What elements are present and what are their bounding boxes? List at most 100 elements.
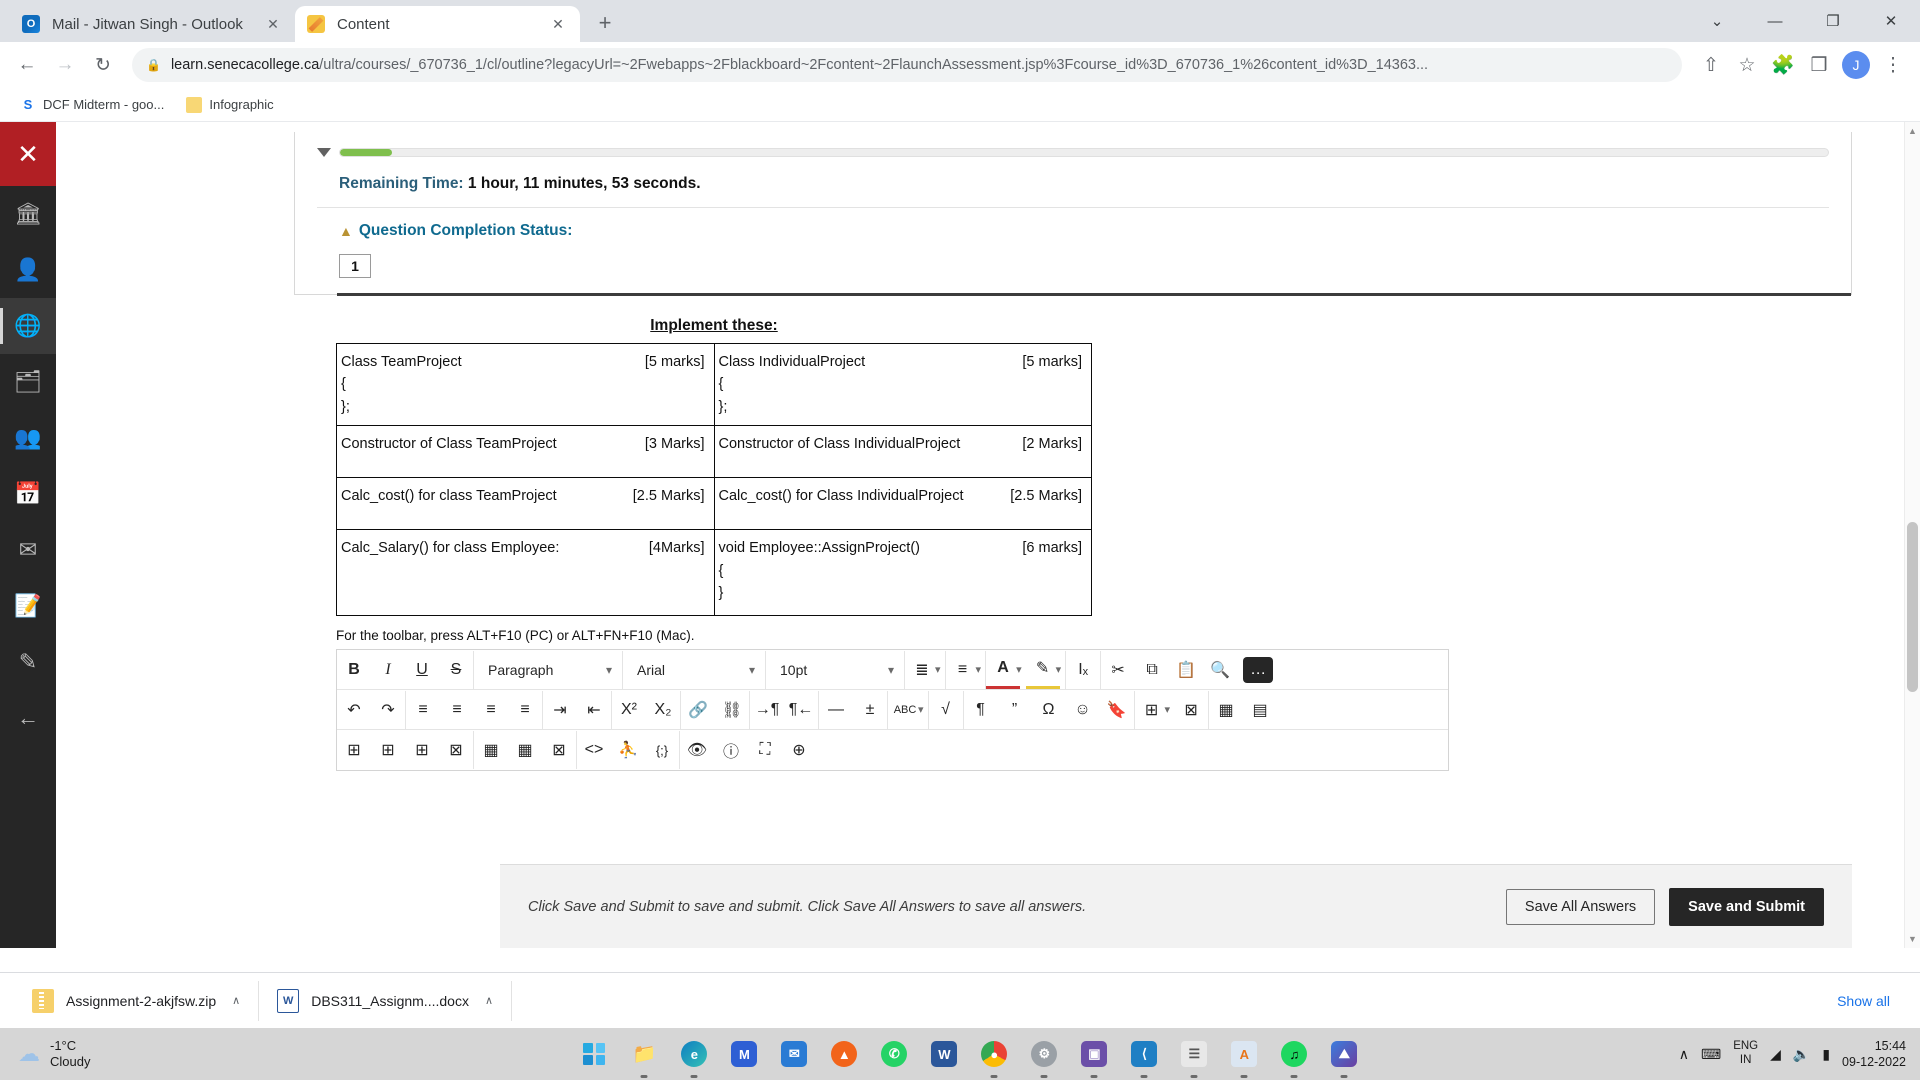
source-code-button[interactable]: <> <box>577 731 611 769</box>
whatsapp-button[interactable]: ✆ <box>876 1036 912 1072</box>
brave-button[interactable]: ▲ <box>826 1036 862 1072</box>
insert-button[interactable]: ± <box>853 691 887 729</box>
bookmark-icon[interactable]: 🔖 <box>1100 691 1134 729</box>
align-right-button[interactable]: ≡ <box>474 691 508 729</box>
notepad-button[interactable]: ☰ <box>1176 1036 1212 1072</box>
table-delete-button[interactable]: ⊠ <box>1174 691 1208 729</box>
save-and-submit-button[interactable]: Save and Submit <box>1669 887 1824 926</box>
spotify-button[interactable]: ♫ <box>1276 1036 1312 1072</box>
copy-button[interactable]: ⧉ <box>1135 651 1169 689</box>
mail-button[interactable]: ✉ <box>776 1036 812 1072</box>
math-button[interactable]: √ <box>929 691 963 729</box>
reload-icon[interactable]: ↻ <box>86 48 120 82</box>
extensions-icon[interactable]: 🧩 <box>1766 48 1800 82</box>
help-icon[interactable]: ⓘ <box>714 731 748 769</box>
cut-button[interactable]: ✂ <box>1101 651 1135 689</box>
bookmark-infographic[interactable]: Infographic <box>178 94 281 116</box>
sidebar-item-groups[interactable]: 👥 <box>0 410 56 466</box>
start-button[interactable] <box>576 1036 612 1072</box>
bullet-list-button[interactable]: ≣ <box>905 651 939 689</box>
table-col-insert-button[interactable]: ▦ <box>474 731 508 769</box>
table-col-delete-button[interactable]: ⊠ <box>542 731 576 769</box>
close-icon[interactable]: ✕ <box>548 14 568 34</box>
clear-formatting-button[interactable]: Iₓ <box>1066 651 1100 689</box>
maximize-button[interactable]: ❐ <box>1804 0 1862 42</box>
indent-button[interactable]: ⇥ <box>543 691 577 729</box>
chevron-down-icon[interactable]: ⌄ <box>1688 0 1746 42</box>
table-cell-merge-button[interactable]: ⊞ <box>337 731 371 769</box>
clock[interactable]: 15:44 09-12-2022 <box>1842 1038 1906 1071</box>
chrome-button[interactable]: ● <box>976 1036 1012 1072</box>
chevron-up-icon[interactable]: ∧ <box>485 994 493 1007</box>
emoji-icon[interactable]: ☺ <box>1066 691 1100 729</box>
font-size-select[interactable]: 10pt ▾ <box>766 651 904 689</box>
tray-expand-icon[interactable]: ∧ <box>1679 1046 1689 1063</box>
omega-button[interactable]: Ω <box>1032 691 1066 729</box>
file-explorer-button[interactable]: 📁 <box>626 1036 662 1072</box>
sidebar-item-grades[interactable]: 📝 <box>0 578 56 634</box>
bold-button[interactable]: B <box>337 651 371 689</box>
new-tab-button[interactable]: + <box>588 6 622 40</box>
outdent-button[interactable]: ⇤ <box>577 691 611 729</box>
weather-widget[interactable]: ☁ -1°C Cloudy <box>0 1038 260 1071</box>
download-item-docx[interactable]: W DBS311_Assignm....docx ∧ <box>259 980 513 1021</box>
scroll-down-icon[interactable]: ▼ <box>1908 934 1917 944</box>
bookmark-dcf-midterm[interactable]: S DCF Midterm - goo... <box>12 94 172 116</box>
rtl-button[interactable]: ¶← <box>784 691 818 729</box>
spellcheck-button[interactable]: ABC <box>888 691 922 729</box>
store-button[interactable]: ▣ <box>1076 1036 1112 1072</box>
sidebar-item-institution[interactable]: 🏛 <box>0 186 56 242</box>
sidebar-item-courses[interactable]: 🌐 <box>0 298 56 354</box>
highlight-button[interactable]: ✎ <box>1025 651 1060 689</box>
tab-content[interactable]: Content ✕ <box>295 6 580 42</box>
pilcrow-button[interactable]: ¶ <box>964 691 998 729</box>
italic-button[interactable]: I <box>371 651 405 689</box>
chevron-up-icon[interactable]: ∧ <box>232 994 240 1007</box>
sidebar-item-organizations[interactable]: 🗂 <box>0 354 56 410</box>
volume-icon[interactable]: 🔈 <box>1793 1046 1810 1063</box>
text-color-button[interactable]: A <box>986 651 1021 689</box>
minimize-button[interactable]: — <box>1746 0 1804 42</box>
numbered-list-button[interactable]: ≡ <box>946 651 980 689</box>
table-row-delete-button[interactable]: ⊠ <box>439 731 473 769</box>
language-indicator[interactable]: ENG IN <box>1733 1040 1758 1068</box>
download-item-zip[interactable]: Assignment-2-akjfsw.zip ∧ <box>14 980 260 1021</box>
undo-button[interactable]: ↶ <box>337 691 371 729</box>
superscript-button[interactable]: X² <box>612 691 646 729</box>
close-icon[interactable]: ✕ <box>263 14 283 34</box>
edge-button[interactable]: e <box>676 1036 712 1072</box>
sidebar-item-messages[interactable]: ✉ <box>0 522 56 578</box>
blockquote-button[interactable]: ” <box>998 691 1032 729</box>
settings-button[interactable]: ⚙ <box>1026 1036 1062 1072</box>
table-insert-col-button[interactable]: ▤ <box>1243 691 1277 729</box>
table-row-insert-button[interactable]: ⊞ <box>405 731 439 769</box>
question-completion-status[interactable]: ▲ Question Completion Status: <box>317 208 1829 250</box>
question-number-1[interactable]: 1 <box>339 254 371 278</box>
browser-menu-icon[interactable]: ⋮ <box>1876 48 1910 82</box>
table-col-move-button[interactable]: ▦ <box>508 731 542 769</box>
script-button[interactable]: {;} <box>645 731 679 769</box>
show-all-downloads-button[interactable]: Show all <box>1821 985 1906 1017</box>
close-window-button[interactable]: ✕ <box>1862 0 1920 42</box>
vscode-button[interactable]: ⟨ <box>1126 1036 1162 1072</box>
link-icon[interactable]: 🔗 <box>681 691 715 729</box>
paste-button[interactable]: 📋 <box>1169 651 1203 689</box>
app-m-button[interactable]: M <box>726 1036 762 1072</box>
table-cell-split-button[interactable]: ⊞ <box>371 731 405 769</box>
font-family-select[interactable]: Arial ▾ <box>623 651 765 689</box>
sidebar-item-profile[interactable]: 👤 <box>0 242 56 298</box>
battery-icon[interactable]: ▮ <box>1822 1046 1830 1063</box>
forward-icon[interactable]: → <box>48 48 82 82</box>
keyboard-icon[interactable]: ⌨ <box>1701 1046 1721 1063</box>
paragraph-style-select[interactable]: Paragraph ▾ <box>474 651 622 689</box>
table-insert-row-button[interactable]: ▦ <box>1209 691 1243 729</box>
scrollbar-thumb[interactable] <box>1907 522 1918 692</box>
back-icon[interactable]: ← <box>10 48 44 82</box>
strikethrough-button[interactable]: S <box>439 651 473 689</box>
subscript-button[interactable]: X₂ <box>646 691 680 729</box>
align-center-button[interactable]: ≡ <box>440 691 474 729</box>
ltr-button[interactable]: →¶ <box>750 691 784 729</box>
more-options-button[interactable]: … <box>1243 656 1274 683</box>
scroll-up-icon[interactable]: ▲ <box>1908 126 1917 136</box>
tab-outlook[interactable]: O Mail - Jitwan Singh - Outlook ✕ <box>10 6 295 42</box>
